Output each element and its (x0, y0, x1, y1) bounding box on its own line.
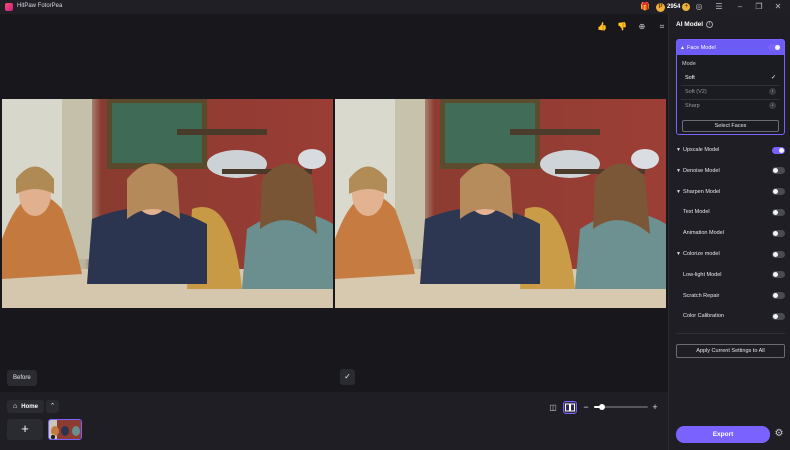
model-toggle[interactable] (772, 229, 785, 237)
before-image[interactable] (2, 99, 333, 308)
panel-header: AI Model i (676, 21, 714, 28)
zoom-slider[interactable] (594, 404, 648, 410)
toggle-knob (773, 209, 778, 215)
add-file-button[interactable]: + (7, 419, 43, 440)
download-icon[interactable]: ↓ (769, 88, 776, 95)
chevron-down-icon[interactable]: ▼ (676, 189, 683, 195)
divider (676, 333, 785, 334)
check-icon[interactable]: ✓ (340, 369, 355, 385)
model-toggle[interactable] (772, 312, 785, 320)
toggle-knob (773, 293, 778, 299)
face-model-header[interactable]: ▲ Face Model (677, 40, 784, 55)
model-row-sharpen-model[interactable]: ▼ Sharpen Model (676, 185, 785, 199)
model-name: Low-light Model (683, 271, 722, 278)
model-row-color-calibration[interactable]: ▼Color Calibration (676, 309, 785, 323)
model-name: Upscale Model (683, 147, 720, 153)
restore-icon[interactable]: ❐ (754, 2, 764, 12)
checkmark-icon: ✓ (770, 75, 776, 81)
after-image[interactable] (335, 99, 666, 308)
thumbs-up-icon[interactable]: 👍 (597, 22, 607, 32)
model-name: Animation Model (683, 230, 724, 237)
image-thumbnail[interactable] (48, 419, 82, 440)
mode-option-label: Soft (685, 74, 695, 81)
model-row-upscale-model[interactable]: ▼ Upscale Model (676, 143, 785, 157)
toggle-knob (773, 189, 778, 195)
zoom-in-button[interactable]: + (651, 401, 659, 413)
title-bar: HitPaw FotorPea 🎁 P 2954 + ◎ ☰ – ❐ ✕ (0, 0, 790, 14)
app-title: HitPaw FotorPea (17, 3, 63, 9)
credit-count: 2954 (667, 4, 681, 10)
model-name: Text Model (683, 209, 710, 216)
coin-icon: P (656, 2, 665, 12)
mode-option-soft[interactable]: Soft ✓ (681, 71, 780, 84)
zoom-out-button[interactable]: − (582, 401, 590, 413)
model-name: Color Calibration (683, 313, 724, 320)
apply-to-all-button[interactable]: Apply Current Settings to All (676, 344, 785, 358)
close-icon[interactable]: ✕ (773, 2, 783, 12)
home-label: Home (21, 403, 38, 410)
model-toggle[interactable] (772, 188, 785, 196)
chevron-down-icon[interactable]: ▼ (676, 147, 683, 153)
thumbs-down-icon[interactable]: 👎 (617, 22, 627, 32)
model-toggle[interactable] (772, 208, 785, 216)
model-row-scratch-repair[interactable]: ▼Scratch Repair (676, 289, 785, 303)
chevron-down-icon[interactable]: ▼ (676, 168, 683, 174)
credit-balance[interactable]: P 2954 + (656, 2, 691, 12)
toggle-knob (773, 313, 778, 319)
face-model-toggle[interactable] (768, 44, 781, 51)
crop-icon[interactable]: ⌗ (657, 22, 667, 32)
model-row-denoise-model[interactable]: ▼ Denoise Model (676, 164, 785, 178)
home-button[interactable]: ⌂ Home (7, 400, 44, 413)
mode-option-sharp[interactable]: Sharp ↓ (681, 99, 780, 112)
model-toggle[interactable] (772, 146, 785, 154)
menu-icon[interactable]: ☰ (714, 2, 724, 12)
model-name: Sharpen Model (683, 188, 721, 195)
toggle-knob (779, 147, 784, 153)
face-model-card: ▲ Face Model Mode Soft ✓ Soft (V2) ↓ Sha… (676, 39, 785, 135)
preview-toolbar: 👍 👎 ⊕ ⌗ (597, 22, 667, 32)
settings-gear-icon[interactable]: ⚙ (773, 428, 785, 440)
model-row-text-model[interactable]: ▼Text Model (676, 205, 785, 219)
toggle-knob (773, 251, 778, 257)
model-name: Scratch Repair (683, 292, 720, 299)
user-icon[interactable]: ◎ (694, 2, 704, 12)
info-icon[interactable]: i (706, 21, 714, 28)
minimize-icon[interactable]: – (735, 2, 745, 12)
mode-option-label: Soft (V2) (685, 88, 707, 95)
panel-title: AI Model (676, 21, 704, 28)
plus-icon[interactable]: + (682, 3, 691, 11)
mode-label: Mode (682, 61, 696, 67)
model-toggle[interactable] (772, 250, 785, 258)
model-toggle[interactable] (772, 167, 785, 175)
toggle-knob (773, 168, 778, 174)
zoom-handle[interactable] (599, 404, 606, 410)
chevron-up-icon: ▲ (680, 44, 685, 51)
app-logo (5, 3, 13, 11)
split-view-button[interactable] (563, 401, 577, 414)
mode-option-label: Sharp (685, 102, 700, 109)
gift-icon[interactable]: 🎁 (640, 2, 650, 12)
bottom-bar: ⌂ Home ⌃ + ◫ − + (0, 392, 668, 450)
before-label: Before (7, 370, 37, 386)
model-toggle[interactable] (772, 292, 785, 300)
model-row-colorize-model[interactable]: ▼ Colorize model (676, 247, 785, 261)
single-view-icon[interactable]: ◫ (547, 402, 559, 414)
export-button[interactable]: Export (676, 426, 770, 443)
model-row-animation-model[interactable]: ▼Animation Model (676, 226, 785, 240)
toggle-knob (773, 272, 778, 278)
model-name: Denoise Model (683, 167, 720, 174)
download-icon[interactable]: ↓ (769, 102, 776, 109)
face-model-label: Face Model (686, 44, 716, 51)
mode-option-soft-v2[interactable]: Soft (V2) ↓ (681, 85, 780, 98)
home-icon: ⌂ (13, 403, 18, 410)
chevron-up-icon[interactable]: ⌃ (46, 400, 59, 413)
toggle-knob (773, 230, 778, 236)
model-name: Colorize model (683, 251, 720, 257)
ai-model-panel: AI Model i ▲ Face Model Mode Soft ✓ Soft… (668, 14, 790, 450)
chevron-down-icon[interactable]: ▼ (676, 251, 683, 257)
model-toggle[interactable] (772, 271, 785, 279)
select-faces-button[interactable]: Select Faces (682, 120, 779, 132)
model-row-low-light-model[interactable]: ▼Low-light Model (676, 268, 785, 282)
zoom-icon[interactable]: ⊕ (637, 22, 647, 32)
